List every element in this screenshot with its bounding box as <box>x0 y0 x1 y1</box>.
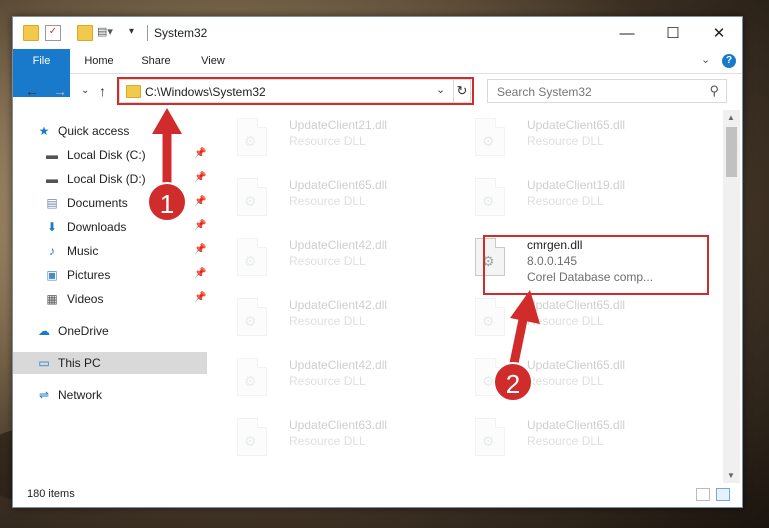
annotation-arrows <box>152 108 540 369</box>
callout-1: 1 <box>147 182 187 222</box>
callout-2: 2 <box>493 362 533 402</box>
arrow-2-head <box>510 290 540 324</box>
arrow-1-head <box>152 108 182 134</box>
